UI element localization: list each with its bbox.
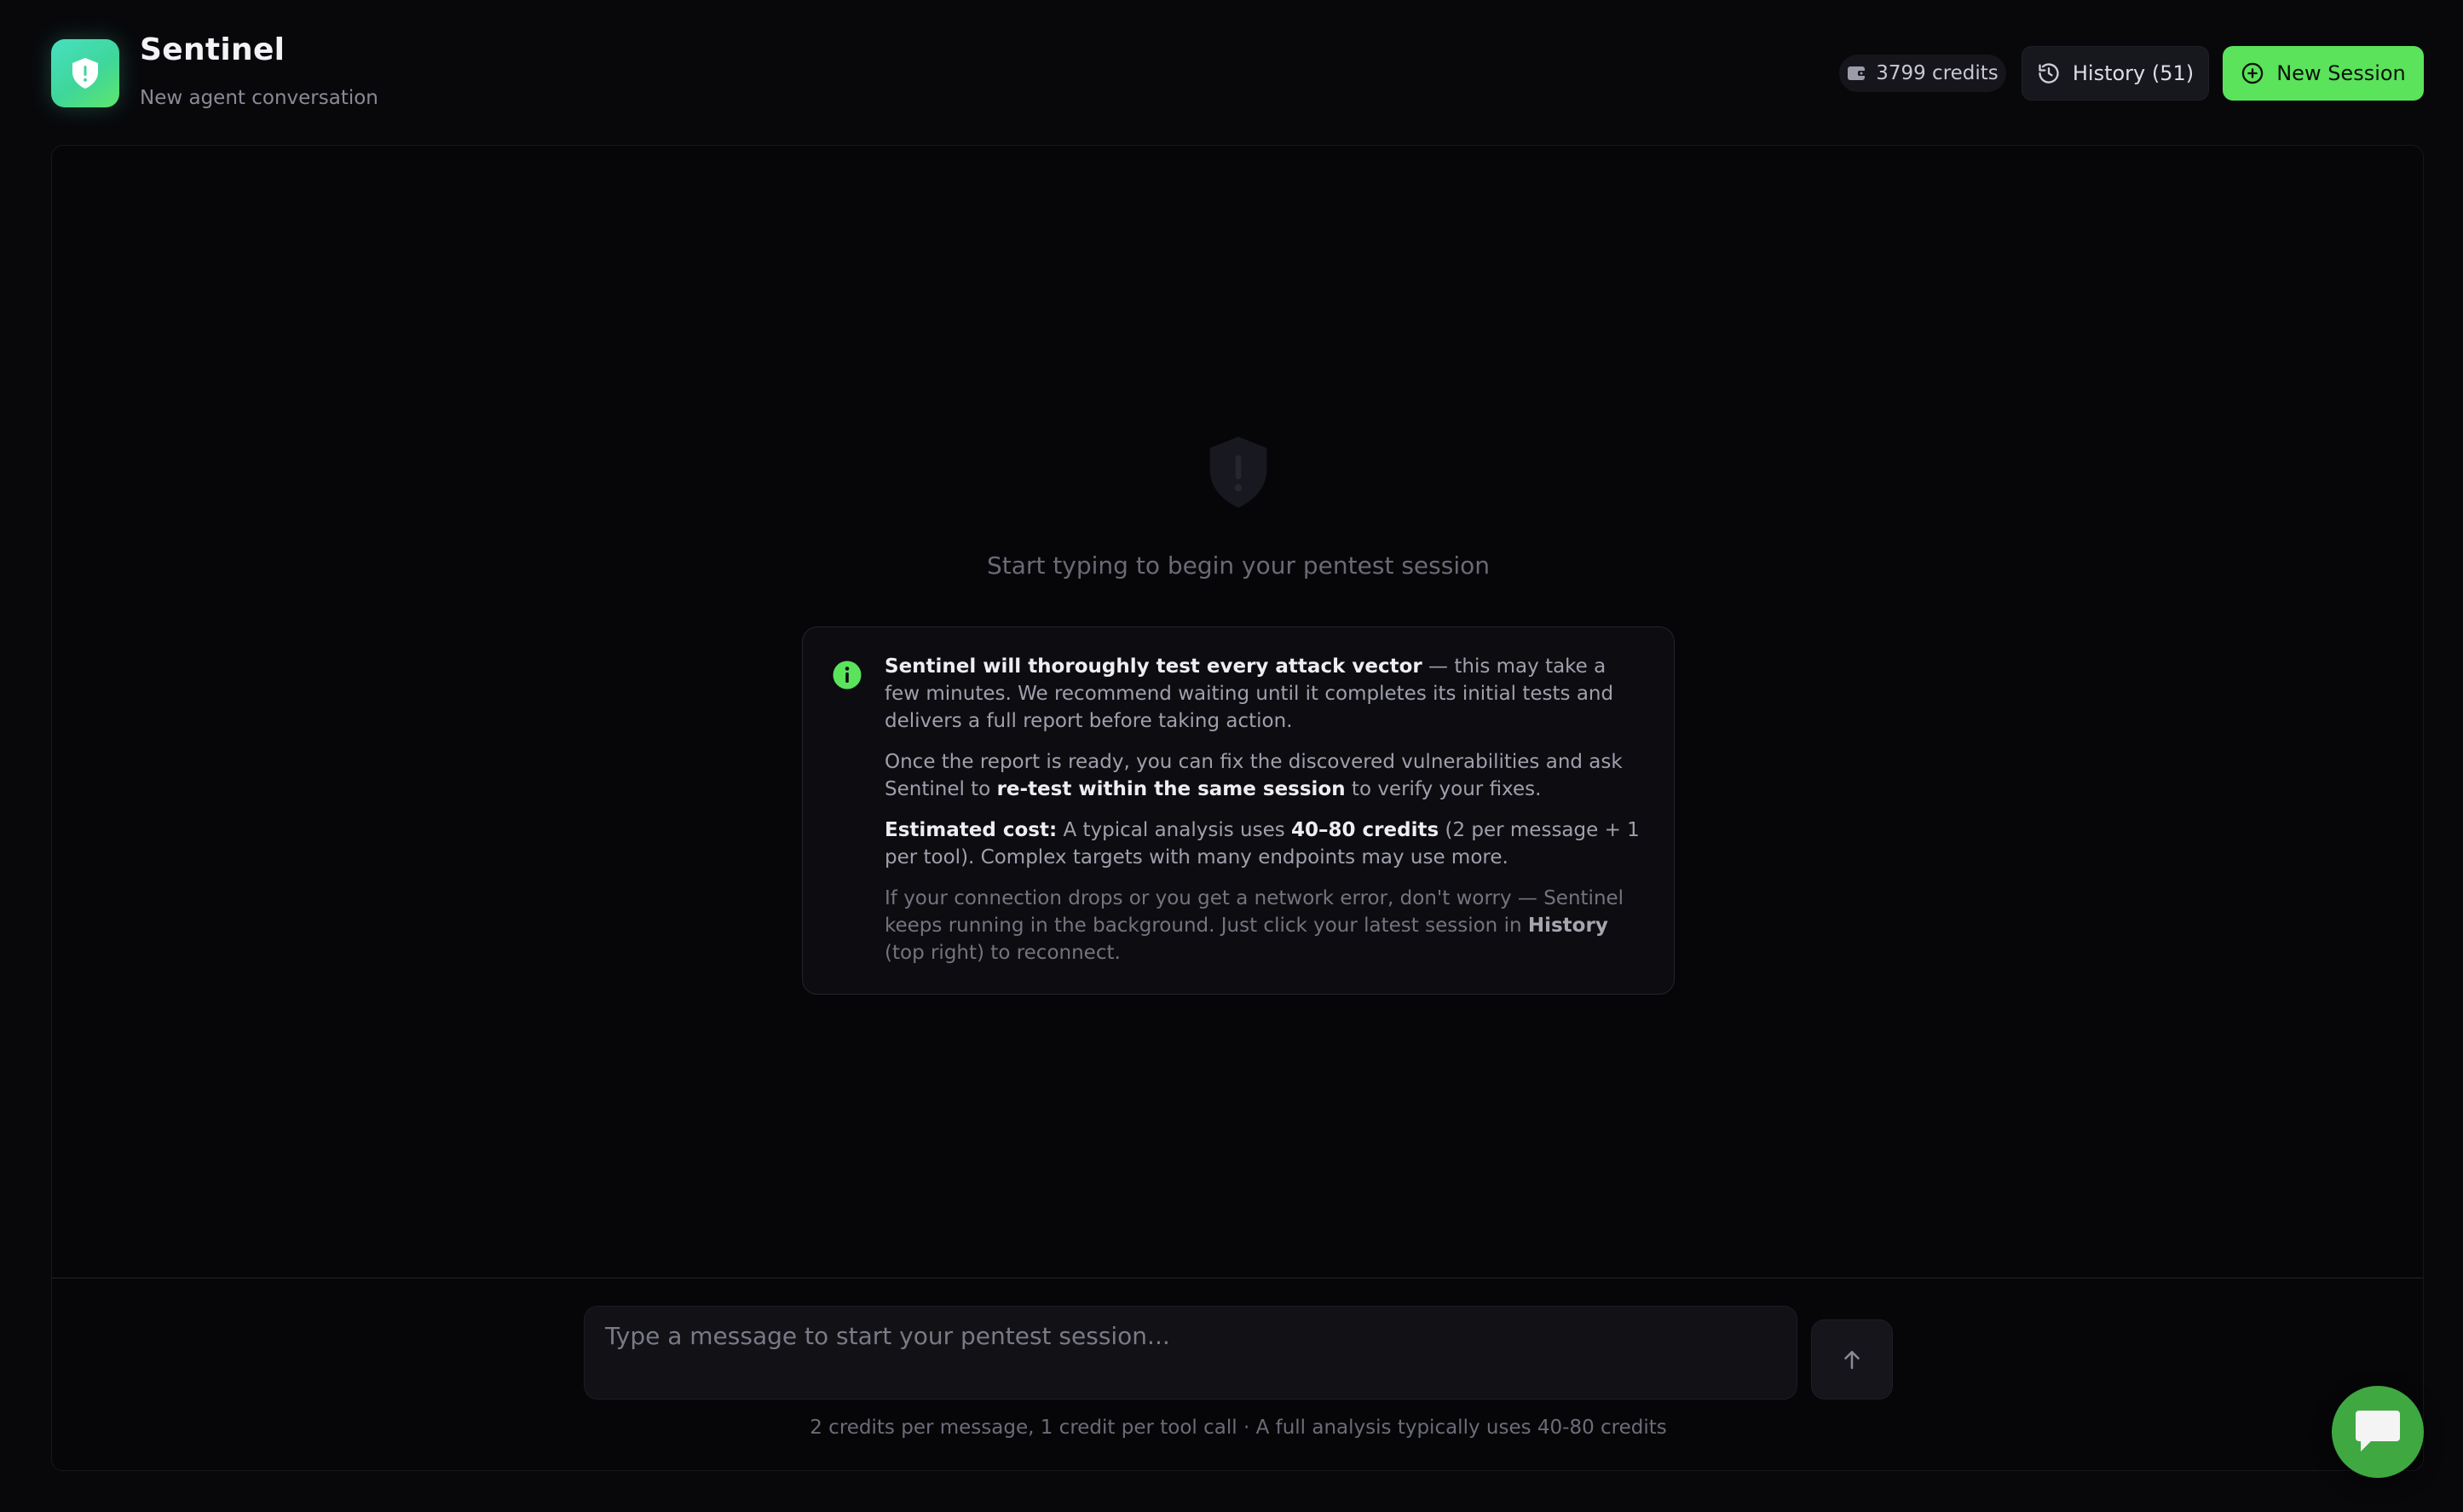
info-emphasis: re-test within the same session xyxy=(996,778,1346,800)
clock-history-icon xyxy=(2039,63,2059,84)
conversation-subtitle: New agent conversation xyxy=(140,87,378,109)
info-emphasis: Sentinel will thoroughly test every atta… xyxy=(885,655,1422,678)
info-paragraph-retest: Once the report is ready, you can fix th… xyxy=(885,748,1643,803)
empty-state-prompt: Start typing to begin your pentest sessi… xyxy=(987,551,1490,580)
message-composer: 2 credits per message, 1 credit per tool… xyxy=(52,1278,2423,1470)
top-bar: Sentinel New agent conversation 3799 cre… xyxy=(0,0,2463,145)
info-paragraph-reconnect: If your connection drops or you get a ne… xyxy=(885,885,1643,967)
message-input[interactable] xyxy=(584,1306,1797,1399)
history-label: History (51) xyxy=(2072,61,2195,85)
credits-label: 3799 credits xyxy=(1876,62,1999,84)
composer-hint: 2 credits per message, 1 credit per tool… xyxy=(810,1417,1667,1439)
info-emphasis: 40–80 credits xyxy=(1291,819,1439,841)
credits-balance: 3799 credits xyxy=(1839,55,2006,92)
conversation-panel: Start typing to begin your pentest sessi… xyxy=(51,145,2424,1471)
history-button[interactable]: History (51) xyxy=(2022,46,2209,101)
info-paragraph-cost: Estimated cost: A typical analysis uses … xyxy=(885,817,1643,871)
info-card: Sentinel will thoroughly test every atta… xyxy=(802,626,1675,995)
info-text: If your connection drops or you get a ne… xyxy=(885,887,1624,937)
new-session-button[interactable]: New Session xyxy=(2223,46,2424,101)
info-emphasis: Estimated cost: xyxy=(885,819,1058,841)
chat-bubble-icon xyxy=(2356,1411,2400,1451)
send-button[interactable] xyxy=(1811,1319,1893,1399)
app-root: Sentinel New agent conversation 3799 cre… xyxy=(0,0,2463,1512)
info-text: A typical analysis uses xyxy=(1057,819,1292,841)
info-paragraph-duration: Sentinel will thoroughly test every atta… xyxy=(885,653,1643,735)
empty-state: Start typing to begin your pentest sessi… xyxy=(52,146,2423,1278)
info-text: (top right) to reconnect. xyxy=(885,942,1121,964)
info-icon xyxy=(833,661,862,690)
wallet-icon xyxy=(1848,66,1867,80)
shield-alert-icon xyxy=(72,58,98,89)
app-title: Sentinel xyxy=(140,32,286,67)
new-session-label: New Session xyxy=(2276,61,2406,85)
arrow-up-icon xyxy=(1844,1351,1860,1370)
app-logo xyxy=(51,39,119,107)
info-text: to verify your fixes. xyxy=(1345,778,1542,800)
shield-alert-icon xyxy=(1209,436,1267,508)
info-emphasis: History xyxy=(1527,915,1608,937)
chat-launcher-button[interactable] xyxy=(2332,1386,2424,1478)
plus-circle-icon xyxy=(2241,62,2264,84)
